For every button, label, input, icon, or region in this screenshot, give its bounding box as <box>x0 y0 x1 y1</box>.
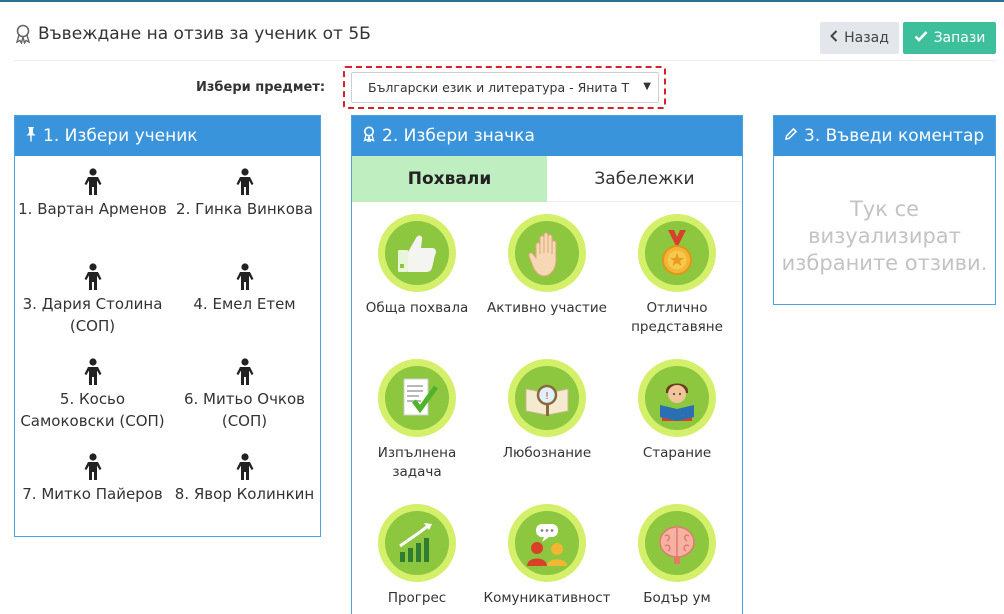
comment-panel-header: 3. Въведи коментар <box>774 116 995 156</box>
badge-label: Любознание <box>502 445 592 461</box>
page-title: Въвеждане на отзив за ученик от 5Б <box>14 24 371 44</box>
medal-icon <box>662 230 692 275</box>
person-icon <box>84 263 101 290</box>
student-name: 4. Емел Етем <box>193 295 296 313</box>
student-item[interactable]: 5. Косьо Самоковски (СОП) <box>15 358 170 432</box>
comment-panel: 3. Въведи коментар Тук се визуализират и… <box>773 115 996 305</box>
student-item[interactable]: 6. Митьо Очков (СОП) <box>167 358 322 432</box>
student-name: 3. Дария Столина (СОП) <box>22 295 163 335</box>
student-name: 6. Митьо Очков (СОП) <box>183 390 306 430</box>
badge-item[interactable]: Старание <box>612 359 742 463</box>
back-button-label: Назад <box>844 30 889 46</box>
save-button[interactable]: Запази <box>903 22 996 54</box>
brain-icon <box>659 526 695 564</box>
badge-item[interactable]: Бодър ум <box>612 504 742 608</box>
badge-item[interactable]: Комуникативност <box>482 504 612 608</box>
header-divider <box>14 60 996 61</box>
save-button-label: Запази <box>933 30 986 46</box>
comment-panel-title: 3. Въведи коментар <box>804 126 985 146</box>
students-panel: 1. Избери ученик 1. Вартан Арменов 2. Ги… <box>14 115 321 537</box>
svg-text:!: ! <box>545 391 549 402</box>
check-icon <box>914 30 928 46</box>
person-icon <box>84 453 101 480</box>
student-item[interactable]: 8. Явор Колинкин <box>167 453 322 505</box>
pushpin-icon <box>25 126 37 147</box>
students-panel-title: 1. Избери ученик <box>43 126 198 146</box>
caret-down-icon: ▼ <box>643 81 651 92</box>
badge-item[interactable]: Изпълнена задача <box>352 359 482 482</box>
student-name: 8. Явор Колинкин <box>174 485 315 503</box>
badge-label: Активно участие <box>487 300 607 316</box>
student-name: 7. Митко Пайеров <box>22 485 163 503</box>
badge-label: Комуникативност <box>483 590 611 606</box>
badge-item[interactable]: Обща похвала <box>352 214 482 318</box>
checked-document-icon <box>403 378 439 416</box>
award-icon <box>362 126 376 147</box>
student-item[interactable]: 7. Митко Пайеров <box>15 453 170 505</box>
person-icon <box>236 263 253 290</box>
reading-student-icon <box>660 383 694 421</box>
badge-item[interactable]: Отлично представяне <box>612 214 742 337</box>
pencil-icon <box>784 126 798 146</box>
back-button[interactable]: Назад <box>820 22 899 54</box>
student-item[interactable]: 1. Вартан Арменов <box>15 168 170 220</box>
chat-people-icon <box>527 524 567 566</box>
person-icon <box>236 453 253 480</box>
badge-item[interactable]: Активно участие <box>482 214 612 318</box>
badge-item[interactable]: ! Любознание <box>482 359 612 463</box>
badges-panel-header: 2. Избери значка <box>352 116 742 156</box>
subject-select-value: Български език и литература - Янита Т <box>368 80 630 95</box>
badge-label: Отлично представяне <box>631 300 723 335</box>
subject-label: Избери предмет: <box>196 80 326 95</box>
student-item[interactable]: 2. Гинка Винкова <box>167 168 322 220</box>
tab-remarks[interactable]: Забележки <box>547 156 742 202</box>
badge-item[interactable]: Прогрес <box>352 504 482 608</box>
student-name: 1. Вартан Арменов <box>18 200 167 218</box>
student-name: 5. Косьо Самоковски (СОП) <box>20 390 165 430</box>
page-title-text: Въвеждане на отзив за ученик от 5Б <box>38 24 371 44</box>
student-name: 2. Гинка Винкова <box>176 200 313 218</box>
growth-chart-icon <box>399 523 432 562</box>
person-icon <box>236 358 253 385</box>
badge-label: Бодър ум <box>643 590 711 606</box>
badge-tabs: Похвали Забележки <box>352 156 742 202</box>
students-panel-header: 1. Избери ученик <box>15 116 320 156</box>
student-item[interactable]: 4. Емел Етем <box>167 263 322 315</box>
badge-label: Прогрес <box>387 590 447 606</box>
tab-praise[interactable]: Похвали <box>352 156 547 202</box>
thumbs-up-icon <box>398 235 436 272</box>
badges-panel-title: 2. Избери значка <box>382 126 535 146</box>
person-icon <box>236 168 253 195</box>
badge-label: Обща похвала <box>365 300 469 316</box>
student-item[interactable]: 3. Дария Столина (СОП) <box>15 263 170 337</box>
chevron-left-icon <box>830 30 838 46</box>
comment-placeholder: Тук се визуализират избраните отзиви. <box>781 197 988 275</box>
badge-label: Старание <box>642 445 712 461</box>
subject-select[interactable]: Български език и литература - Янита Т ▼ <box>351 72 659 103</box>
magnifier-book-icon: ! <box>525 384 569 416</box>
raised-hand-icon <box>528 232 557 277</box>
award-icon <box>14 24 32 44</box>
person-icon <box>84 168 101 195</box>
person-icon <box>84 358 101 385</box>
badge-label: Изпълнена задача <box>377 445 457 480</box>
top-border <box>0 0 1004 2</box>
badges-panel: 2. Избери значка Похвали Забележки Обща … <box>351 115 743 614</box>
